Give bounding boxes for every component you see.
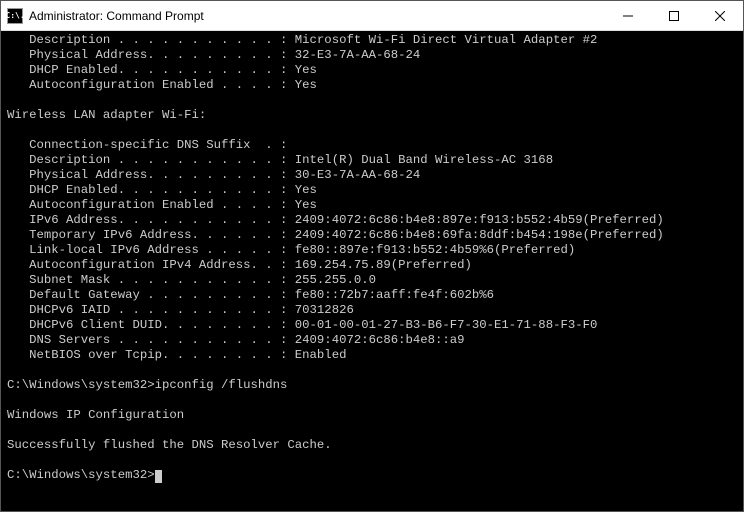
output-line: Windows IP Configuration: [7, 408, 737, 423]
output-line: Link-local IPv6 Address . . . . . : fe80…: [7, 243, 737, 258]
minimize-button[interactable]: [605, 1, 651, 30]
output-line: Temporary IPv6 Address. . . . . . : 2409…: [7, 228, 737, 243]
window-controls: [605, 1, 743, 30]
titlebar[interactable]: C:\. Administrator: Command Prompt: [1, 1, 743, 31]
section-header: Wireless LAN adapter Wi-Fi:: [7, 108, 737, 123]
output-line: Physical Address. . . . . . . . . : 30-E…: [7, 168, 737, 183]
app-icon: C:\.: [7, 8, 23, 24]
prompt-line: C:\Windows\system32>ipconfig /flushdns: [7, 378, 737, 393]
output-line: Autoconfiguration Enabled . . . . : Yes: [7, 198, 737, 213]
output-line: Description . . . . . . . . . . . : Inte…: [7, 153, 737, 168]
output-line: DNS Servers . . . . . . . . . . . : 2409…: [7, 333, 737, 348]
blank-line: [7, 393, 737, 408]
blank-line: [7, 423, 737, 438]
blank-line: [7, 453, 737, 468]
output-line: IPv6 Address. . . . . . . . . . . : 2409…: [7, 213, 737, 228]
output-line: DHCPv6 Client DUID. . . . . . . . : 00-0…: [7, 318, 737, 333]
blank-line: [7, 123, 737, 138]
output-line: Autoconfiguration IPv4 Address. . : 169.…: [7, 258, 737, 273]
command-prompt-window: C:\. Administrator: Command Prompt Descr…: [0, 0, 744, 512]
output-line: Description . . . . . . . . . . . : Micr…: [7, 33, 737, 48]
output-line: Default Gateway . . . . . . . . . : fe80…: [7, 288, 737, 303]
blank-line: [7, 93, 737, 108]
terminal-output[interactable]: Description . . . . . . . . . . . : Micr…: [1, 31, 743, 511]
output-line: DHCP Enabled. . . . . . . . . . . : Yes: [7, 63, 737, 78]
prompt-line: C:\Windows\system32>: [7, 468, 737, 483]
close-button[interactable]: [697, 1, 743, 30]
output-line: DHCP Enabled. . . . . . . . . . . : Yes: [7, 183, 737, 198]
command-text: ipconfig /flushdns: [155, 378, 288, 392]
output-line: DHCPv6 IAID . . . . . . . . . . . : 7031…: [7, 303, 737, 318]
prompt-path: C:\Windows\system32>: [7, 378, 155, 392]
maximize-button[interactable]: [651, 1, 697, 30]
prompt-path: C:\Windows\system32>: [7, 468, 155, 482]
window-title: Administrator: Command Prompt: [29, 9, 605, 23]
output-line: Successfully flushed the DNS Resolver Ca…: [7, 438, 737, 453]
output-line: Connection-specific DNS Suffix . :: [7, 138, 737, 153]
output-line: NetBIOS over Tcpip. . . . . . . . : Enab…: [7, 348, 737, 363]
cursor: [155, 470, 162, 483]
blank-line: [7, 363, 737, 378]
output-line: Autoconfiguration Enabled . . . . : Yes: [7, 78, 737, 93]
output-line: Subnet Mask . . . . . . . . . . . : 255.…: [7, 273, 737, 288]
output-line: Physical Address. . . . . . . . . : 32-E…: [7, 48, 737, 63]
